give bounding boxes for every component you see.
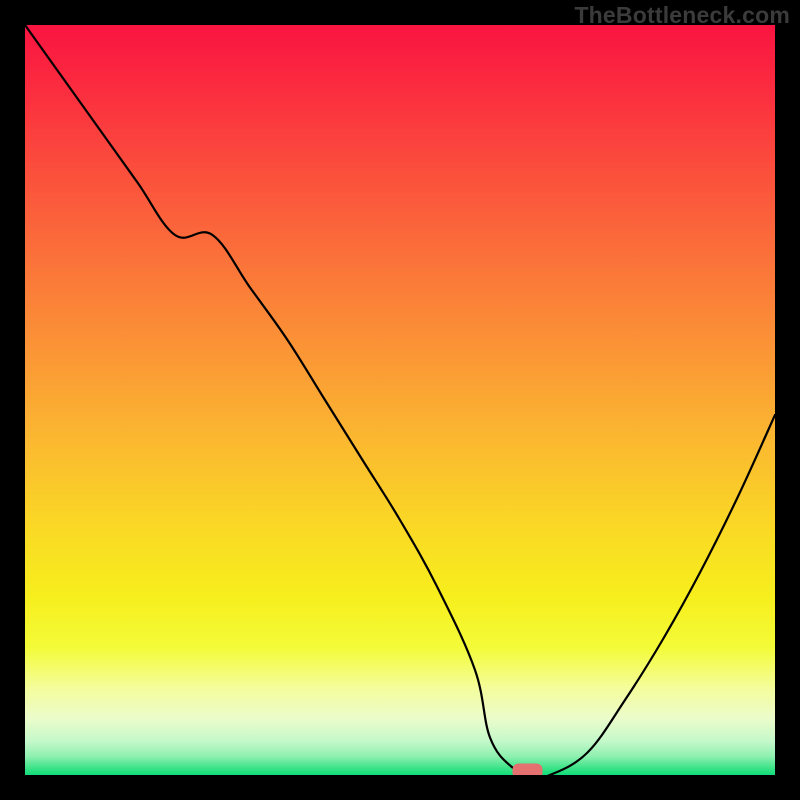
optimal-marker bbox=[513, 764, 543, 776]
plot-area bbox=[25, 25, 775, 775]
chart-svg bbox=[25, 25, 775, 775]
chart-frame: TheBottleneck.com bbox=[0, 0, 800, 800]
watermark-text: TheBottleneck.com bbox=[574, 2, 790, 29]
gradient-background bbox=[25, 25, 775, 775]
